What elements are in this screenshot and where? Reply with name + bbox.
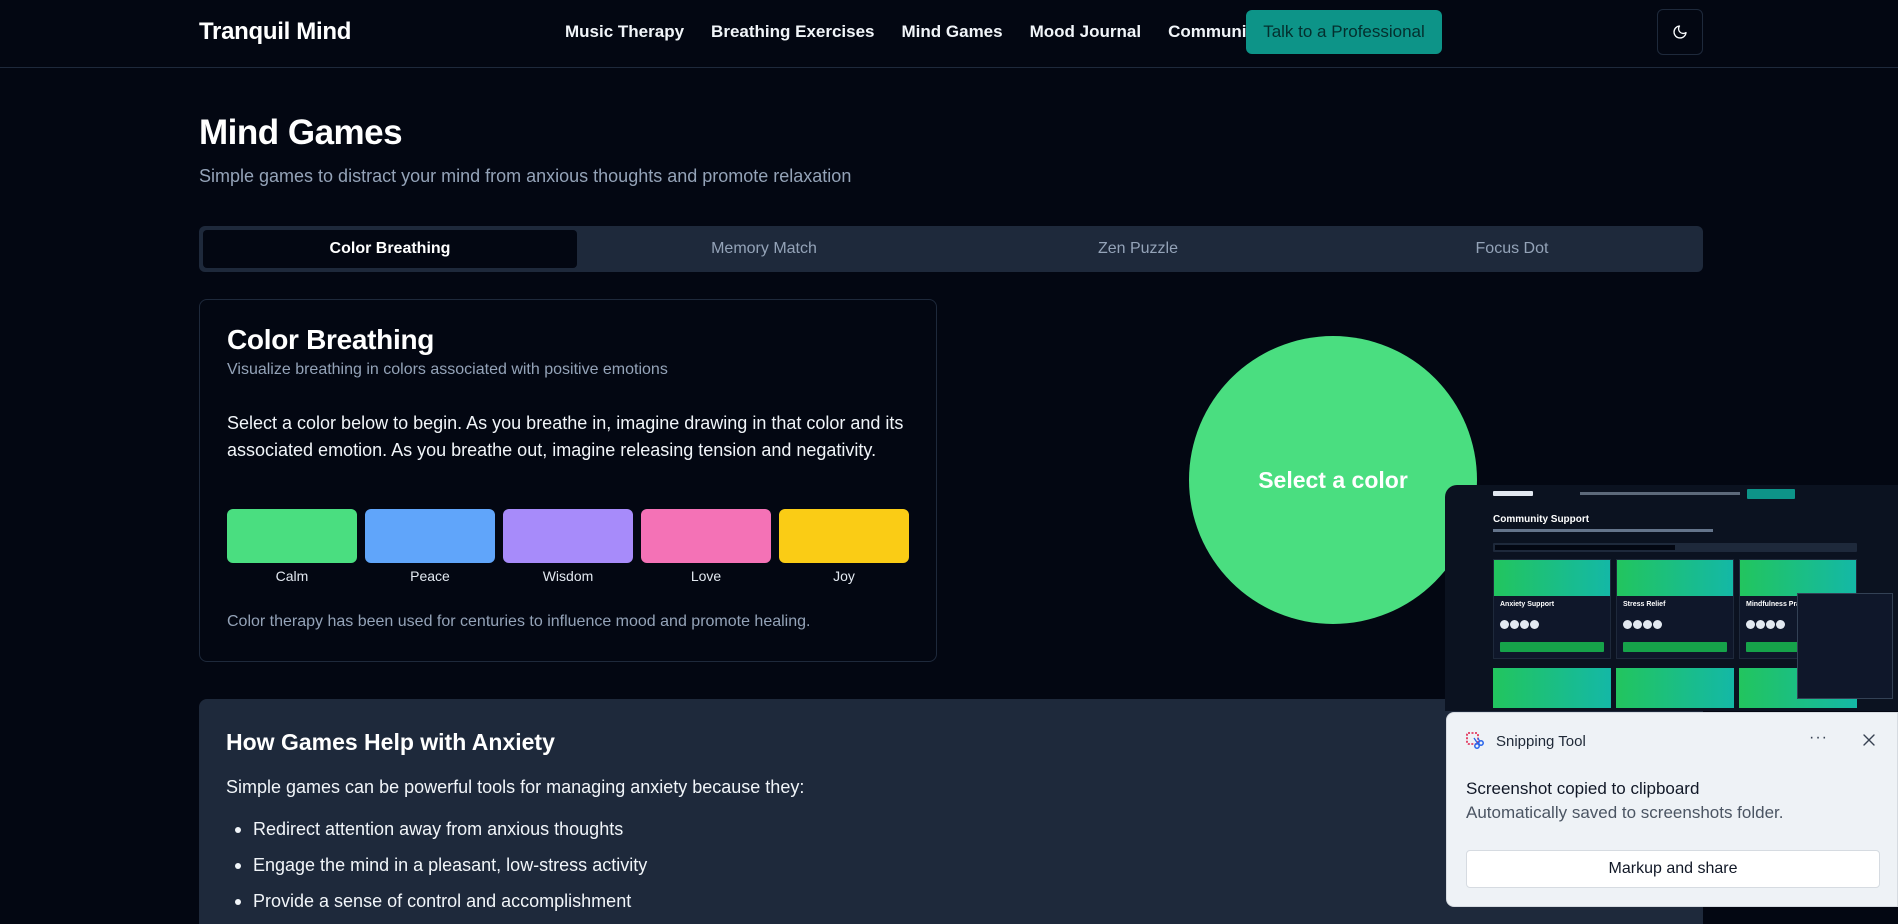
- info-list: Redirect attention away from anxious tho…: [226, 819, 647, 924]
- list-item: Engage the mind in a pleasant, low-stres…: [226, 855, 647, 891]
- color-swatches: Calm Peace Wisdom Love Joy: [227, 509, 909, 584]
- breathing-circle[interactable]: Select a color: [1189, 336, 1477, 624]
- tab-color-breathing[interactable]: Color Breathing: [203, 230, 577, 268]
- swatch-peace-color[interactable]: [365, 509, 495, 563]
- swatch-joy-color[interactable]: [779, 509, 909, 563]
- card-title: Color Breathing: [227, 324, 435, 355]
- swatch-calm[interactable]: Calm: [227, 509, 357, 584]
- preview-card-button: [1623, 642, 1727, 652]
- preview-card-banner: [1617, 560, 1733, 596]
- preview-card: Anxiety Support: [1493, 559, 1611, 659]
- preview-subtitle: [1493, 529, 1713, 532]
- preview-card-title: Stress Relief: [1623, 601, 1666, 608]
- swatch-love-label: Love: [690, 568, 722, 584]
- preview-nav: [1580, 492, 1740, 495]
- preview-card-banner: [1493, 668, 1611, 708]
- game-tabs: Color Breathing Memory Match Zen Puzzle …: [199, 226, 1703, 272]
- scissors-icon: [1466, 732, 1484, 749]
- list-item: Redirect attention away from anxious tho…: [226, 819, 647, 855]
- nav-mind-games[interactable]: Mind Games: [902, 22, 1003, 42]
- preview-card-banner: [1494, 560, 1610, 596]
- preview-avatars: [1623, 620, 1727, 630]
- tab-memory-match[interactable]: Memory Match: [577, 230, 951, 268]
- info-title: How Games Help with Anxiety: [226, 729, 555, 755]
- markup-and-share-button[interactable]: Markup and share: [1466, 850, 1880, 888]
- nav-breathing-exercises[interactable]: Breathing Exercises: [711, 22, 874, 42]
- preview-brand: [1493, 491, 1533, 496]
- swatch-love-color[interactable]: [641, 509, 771, 563]
- preview-card-banner: [1616, 668, 1734, 708]
- swatch-peace[interactable]: Peace: [365, 509, 495, 584]
- moon-icon: [1673, 25, 1687, 39]
- notification-body: Automatically saved to screenshots folde…: [1466, 803, 1784, 822]
- main-nav: Music Therapy Breathing Exercises Mind G…: [565, 0, 1289, 64]
- page-title: Mind Games: [199, 113, 403, 152]
- swatch-joy-label: Joy: [833, 568, 855, 584]
- swatch-love[interactable]: Love: [641, 509, 771, 584]
- theme-toggle-button[interactable]: [1657, 9, 1703, 55]
- preview-card-title: Anxiety Support: [1500, 601, 1555, 608]
- preview-card-banner: [1740, 560, 1856, 596]
- preview-tab-active: [1495, 545, 1675, 550]
- swatch-joy[interactable]: Joy: [779, 509, 909, 584]
- preview-nested-screenshot: [1797, 593, 1893, 699]
- preview-title: Community Support: [1493, 514, 1590, 525]
- swatch-wisdom-label: Wisdom: [542, 568, 594, 584]
- notification-title: Screenshot copied to clipboard: [1466, 779, 1700, 798]
- swatch-wisdom-color[interactable]: [503, 509, 633, 563]
- nav-music-therapy[interactable]: Music Therapy: [565, 22, 684, 42]
- snipping-tool-notification[interactable]: Snipping Tool ··· Screenshot copied to c…: [1446, 712, 1898, 907]
- swatch-peace-label: Peace: [410, 568, 450, 584]
- preview-cta: [1747, 489, 1795, 499]
- more-options-icon[interactable]: ···: [1809, 729, 1828, 747]
- info-lead: Simple games can be powerful tools for m…: [226, 777, 805, 797]
- preview-card-button: [1500, 642, 1604, 652]
- notification-app-name: Snipping Tool: [1496, 733, 1586, 750]
- nav-mood-journal[interactable]: Mood Journal: [1030, 22, 1141, 42]
- swatch-wisdom[interactable]: Wisdom: [503, 509, 633, 584]
- preview-card: Stress Relief: [1616, 559, 1734, 659]
- page-subtitle: Simple games to distract your mind from …: [199, 166, 852, 186]
- card-note: Color therapy has been used for centurie…: [227, 613, 811, 630]
- card-subtitle: Visualize breathing in colors associated…: [227, 361, 668, 378]
- tab-focus-dot[interactable]: Focus Dot: [1325, 230, 1699, 268]
- swatch-calm-color[interactable]: [227, 509, 357, 563]
- color-breathing-card: Color Breathing Visualize breathing in c…: [199, 299, 937, 662]
- talk-to-professional-button[interactable]: Talk to a Professional: [1246, 10, 1442, 54]
- card-description: Select a color below to begin. As you br…: [227, 413, 904, 460]
- close-icon[interactable]: [1861, 732, 1877, 748]
- breathing-circle-label: Select a color: [1258, 466, 1408, 493]
- tab-zen-puzzle[interactable]: Zen Puzzle: [951, 230, 1325, 268]
- screenshot-preview-thumbnail[interactable]: Community Support Anxiety Support Stress…: [1445, 485, 1898, 711]
- swatch-calm-label: Calm: [275, 568, 309, 584]
- top-header: Tranquil Mind Music Therapy Breathing Ex…: [0, 0, 1898, 68]
- preview-avatars: [1500, 620, 1604, 630]
- list-item: Provide a sense of control and accomplis…: [226, 891, 647, 924]
- brand-logo[interactable]: Tranquil Mind: [199, 18, 351, 46]
